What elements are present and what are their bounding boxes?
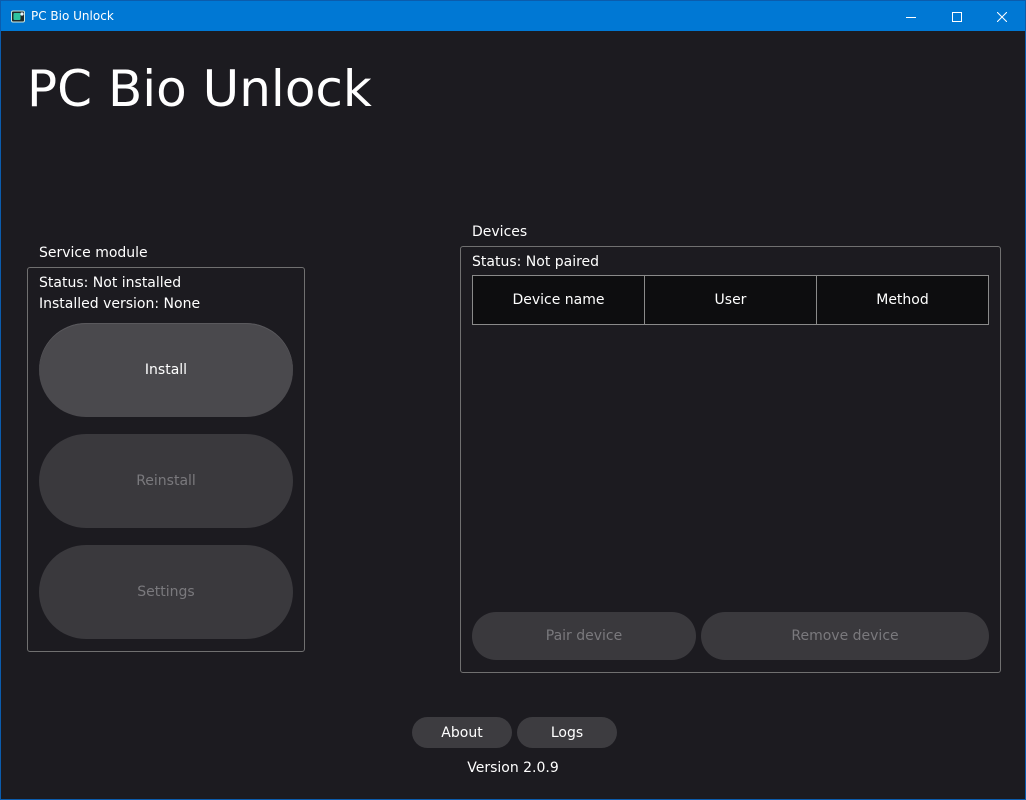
app-window: PC Bio Unlock PC Bio Unlock Service modu… — [0, 0, 1026, 800]
devices-table-header: Device name User Method — [472, 275, 989, 325]
version-text: Version 2.0.9 — [467, 760, 559, 776]
minimize-icon — [906, 7, 916, 26]
title-bar[interactable]: PC Bio Unlock — [1, 1, 1025, 31]
column-header-method[interactable]: Method — [816, 275, 989, 325]
devices-label: Devices — [472, 224, 528, 240]
app-icon — [11, 9, 25, 23]
app-title: PC Bio Unlock — [27, 60, 372, 118]
service-status: Status: Not installed — [39, 275, 182, 291]
pair-device-button[interactable]: Pair device — [472, 612, 696, 660]
maximize-icon — [952, 7, 962, 26]
close-icon — [996, 7, 1008, 26]
devices-status: Status: Not paired — [472, 254, 600, 270]
column-header-user[interactable]: User — [644, 275, 817, 325]
logs-button[interactable]: Logs — [517, 717, 617, 748]
close-button[interactable] — [979, 1, 1025, 31]
installed-version: Installed version: None — [39, 296, 201, 312]
reinstall-button[interactable]: Reinstall — [39, 434, 293, 528]
minimize-button[interactable] — [888, 1, 934, 31]
service-module-label: Service module — [39, 245, 148, 261]
maximize-button[interactable] — [934, 1, 980, 31]
about-button[interactable]: About — [412, 717, 512, 748]
remove-device-button[interactable]: Remove device — [701, 612, 989, 660]
install-button[interactable]: Install — [39, 323, 293, 417]
column-header-device-name[interactable]: Device name — [472, 275, 645, 325]
window-title: PC Bio Unlock — [31, 9, 114, 23]
settings-button[interactable]: Settings — [39, 545, 293, 639]
